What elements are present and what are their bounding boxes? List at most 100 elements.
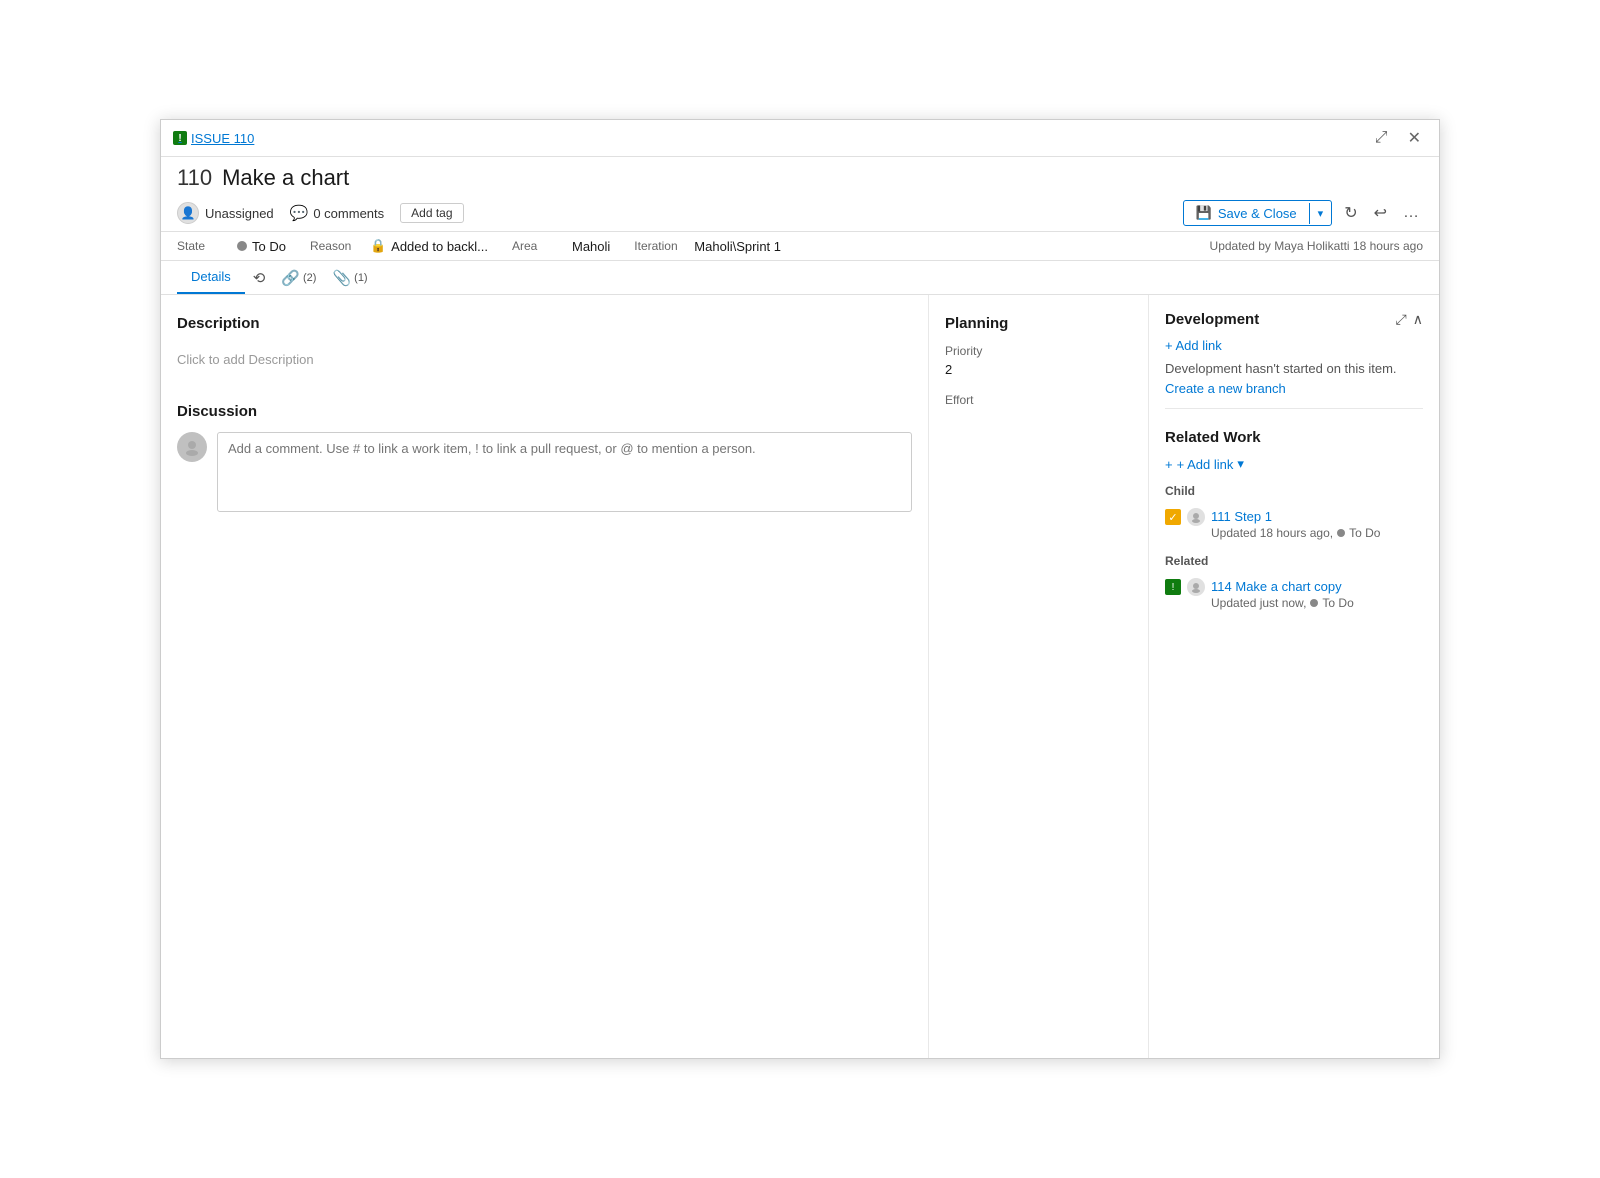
iteration-field: Iteration Maholi\Sprint 1 bbox=[634, 239, 781, 254]
save-close-button[interactable]: 💾 Save & Close ▾ bbox=[1183, 200, 1332, 226]
state-bar: State To Do Reason 🔒 Added to backl... A… bbox=[161, 232, 1439, 261]
right-column: Development ⤢ ∧ + Add link Development h… bbox=[1149, 295, 1439, 1058]
tab-links[interactable]: 🔗 (2) bbox=[273, 263, 324, 293]
updated-text: Updated by Maya Holikatti 18 hours ago bbox=[1210, 239, 1423, 253]
comment-input[interactable] bbox=[217, 432, 912, 512]
planning-column: Planning Priority 2 Effort bbox=[929, 295, 1149, 1058]
work-item-name[interactable]: Make a chart bbox=[222, 165, 349, 191]
child-item-link[interactable]: 111 Step 1 bbox=[1211, 509, 1272, 524]
issue-icon bbox=[173, 131, 187, 145]
related-item-number: 114 bbox=[1211, 579, 1232, 594]
save-close-dropdown-arrow[interactable]: ▾ bbox=[1309, 203, 1332, 224]
work-item-title-row: 110 Make a chart bbox=[177, 165, 1423, 191]
child-status-dot bbox=[1337, 529, 1345, 537]
attachments-badge: (1) bbox=[354, 272, 367, 284]
development-header: Development ⤢ ∧ bbox=[1165, 311, 1423, 328]
child-item-status: To Do bbox=[1349, 526, 1380, 540]
tab-details[interactable]: Details bbox=[177, 261, 245, 294]
area-label: Area bbox=[512, 239, 564, 253]
priority-value[interactable]: 2 bbox=[945, 362, 1132, 377]
divider bbox=[1165, 408, 1423, 409]
effort-field: Effort bbox=[945, 393, 1132, 407]
comments-count: 0 comments bbox=[313, 206, 384, 221]
refresh-button[interactable]: ↻ bbox=[1340, 199, 1361, 227]
related-item-link[interactable]: 114 Make a chart copy bbox=[1211, 579, 1342, 594]
priority-field: Priority 2 bbox=[945, 344, 1132, 377]
development-collapse-button[interactable]: ∧ bbox=[1413, 311, 1423, 328]
state-value[interactable]: To Do bbox=[237, 239, 286, 254]
reason-value[interactable]: 🔒 Added to backl... bbox=[370, 238, 488, 254]
comments-button[interactable]: 💬 0 comments bbox=[290, 204, 385, 222]
development-not-started-text: Development hasn't started on this item. bbox=[1165, 361, 1423, 376]
state-field: State To Do bbox=[177, 239, 286, 254]
discussion-input-row bbox=[177, 432, 912, 512]
state-text: To Do bbox=[252, 239, 286, 254]
related-work-add-link-button[interactable]: + + Add link ▾ bbox=[1165, 456, 1244, 472]
child-item-content: 111 Step 1 Updated 18 hours ago, To Do bbox=[1211, 508, 1423, 540]
development-icons: ⤢ ∧ bbox=[1396, 311, 1423, 328]
description-placeholder[interactable]: Click to add Description bbox=[177, 344, 912, 375]
state-label: State bbox=[177, 239, 229, 253]
related-status-dot bbox=[1310, 599, 1318, 607]
expand-button[interactable]: ⤢ bbox=[1369, 126, 1394, 150]
body: Description Click to add Description Dis… bbox=[161, 295, 1439, 1058]
create-branch-link[interactable]: Create a new branch bbox=[1165, 381, 1286, 396]
area-value[interactable]: Maholi bbox=[572, 239, 610, 254]
dropdown-icon: ▾ bbox=[1237, 456, 1244, 472]
related-user-icon bbox=[1187, 578, 1205, 596]
undo-button[interactable]: ↩ bbox=[1370, 199, 1391, 227]
related-label: Related bbox=[1165, 554, 1423, 568]
assignee-field[interactable]: 👤 Unassigned bbox=[177, 202, 274, 224]
child-item-meta-text: Updated 18 hours ago, bbox=[1211, 526, 1333, 540]
effort-label: Effort bbox=[945, 393, 1132, 407]
history-icon: ⟲ bbox=[253, 269, 266, 287]
comments-icon: 💬 bbox=[290, 204, 309, 222]
child-item-name: Step 1 bbox=[1234, 509, 1272, 524]
related-item-name: Make a chart copy bbox=[1235, 579, 1341, 594]
add-link-label: + Add link bbox=[1177, 457, 1234, 472]
title-bar: ISSUE 110 ⤢ ✕ bbox=[161, 120, 1439, 157]
close-button[interactable]: ✕ bbox=[1402, 126, 1427, 150]
tab-history[interactable]: ⟲ bbox=[245, 263, 274, 293]
description-title: Description bbox=[177, 315, 912, 332]
iteration-value[interactable]: Maholi\Sprint 1 bbox=[694, 239, 781, 254]
child-checkbox-icon bbox=[1165, 509, 1181, 525]
discussion-title: Discussion bbox=[177, 403, 912, 420]
related-item-meta-text: Updated just now, bbox=[1211, 596, 1306, 610]
development-expand-button[interactable]: ⤢ bbox=[1396, 311, 1407, 328]
add-tag-button[interactable]: Add tag bbox=[400, 203, 463, 223]
tab-bar: Details ⟲ 🔗 (2) 📎 (1) bbox=[161, 261, 1439, 295]
header-actions: 💾 Save & Close ▾ ↻ ↩ … bbox=[1183, 199, 1423, 227]
assignee-avatar: 👤 bbox=[177, 202, 199, 224]
save-icon: 💾 bbox=[1196, 205, 1212, 221]
development-add-link-button[interactable]: + Add link bbox=[1165, 338, 1222, 353]
user-avatar bbox=[177, 432, 207, 462]
link-icon: 🔗 bbox=[281, 269, 300, 287]
attachment-icon: 📎 bbox=[332, 269, 351, 287]
title-bar-controls: ⤢ ✕ bbox=[1369, 126, 1427, 150]
related-item: ! 114 Make a chart copy Updated just now… bbox=[1165, 574, 1423, 614]
child-user-icon bbox=[1187, 508, 1205, 526]
child-item-meta: Updated 18 hours ago, To Do bbox=[1211, 526, 1423, 540]
left-column: Description Click to add Description Dis… bbox=[161, 295, 929, 1058]
related-item-status: To Do bbox=[1322, 596, 1353, 610]
assignee-label: Unassigned bbox=[205, 206, 274, 221]
related-item-meta: Updated just now, To Do bbox=[1211, 596, 1423, 610]
work-item-number: 110 bbox=[177, 165, 212, 191]
development-title: Development bbox=[1165, 311, 1259, 328]
save-close-label: Save & Close bbox=[1218, 206, 1297, 221]
more-options-button[interactable]: … bbox=[1399, 200, 1423, 226]
description-section: Description Click to add Description bbox=[177, 315, 912, 375]
related-work-title: Related Work bbox=[1165, 429, 1423, 446]
tab-attachments[interactable]: 📎 (1) bbox=[324, 263, 375, 293]
issue-tag-link[interactable]: ISSUE 110 bbox=[173, 131, 254, 146]
reason-field: Reason 🔒 Added to backl... bbox=[310, 238, 488, 254]
lock-icon: 🔒 bbox=[370, 238, 386, 254]
iteration-label: Iteration bbox=[634, 239, 686, 253]
area-field: Area Maholi bbox=[512, 239, 610, 254]
priority-label: Priority bbox=[945, 344, 1132, 358]
development-section: Development ⤢ ∧ + Add link Development h… bbox=[1165, 311, 1423, 396]
issue-tag-text: ISSUE 110 bbox=[191, 131, 254, 146]
save-close-main[interactable]: 💾 Save & Close bbox=[1184, 201, 1309, 225]
child-item: 111 Step 1 Updated 18 hours ago, To Do bbox=[1165, 504, 1423, 544]
